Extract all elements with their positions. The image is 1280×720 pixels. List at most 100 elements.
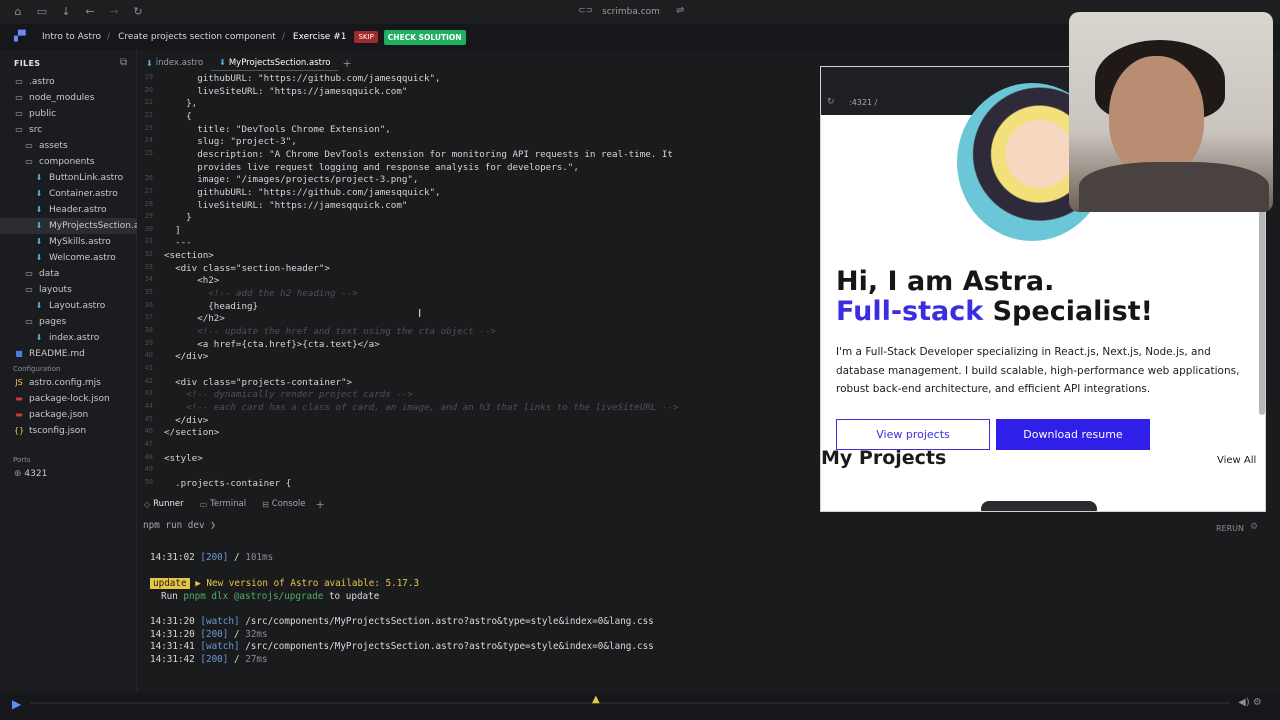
tab-my-projects-section[interactable]: ⬇ MyProjectsSection.astro [211, 55, 339, 71]
code-text: description: "A Chrome DevTools extensio… [164, 148, 673, 160]
check-solution-button[interactable]: CHECK SOLUTION [383, 29, 466, 45]
sidebar-item[interactable]: ▭ layouts [0, 282, 137, 298]
config-file-item[interactable]: JS astro.config.mjs [0, 375, 137, 391]
port-item[interactable]: ⊕ 4321 [14, 469, 47, 479]
code-line[interactable]: 36 {heading} [138, 301, 820, 314]
scrimba-logo-icon[interactable]: ▞▘ [14, 31, 34, 43]
new-file-icon[interactable]: ⧉ [120, 57, 127, 68]
code-text: ] [164, 224, 181, 236]
log-path: /src/components/MyProjectsSection.astro?… [245, 616, 654, 627]
file-explorer: FILES ⧉ ▭ .astro ▭ node_modules ▭ public ▭ src ▭… [0, 50, 137, 692]
sidebar-item[interactable]: ▭ node_modules [0, 90, 137, 106]
code-line[interactable]: 49 [138, 465, 820, 478]
code-line[interactable]: 44 <!-- each card has a class of card, a… [138, 402, 820, 415]
code-line[interactable]: 39 <a href={cta.href}>{cta.text}</a> [138, 339, 820, 352]
view-all-link[interactable]: View All [1217, 455, 1256, 466]
sidebar-item[interactable]: ⬇ Header.astro [0, 202, 137, 218]
add-panel-icon[interactable]: + [316, 498, 325, 511]
code-line[interactable]: 40 </div> [138, 351, 820, 364]
sidebar-item-label: MyProjectsSection.as [49, 221, 137, 231]
sidebar-item[interactable]: ▭ components [0, 154, 137, 170]
code-line[interactable]: 38 <!-- update the href and text using t… [138, 326, 820, 339]
code-line[interactable]: 28 liveSiteURL: "https://jamesqquick.com… [138, 200, 820, 213]
astro-file-icon: ⬇ [35, 189, 43, 198]
code-line[interactable]: 48 <style> [138, 453, 820, 466]
player-bar [0, 692, 1280, 720]
code-line[interactable]: 46 </section> [138, 427, 820, 440]
sidebar-item[interactable]: ▭ .astro [0, 74, 137, 90]
code-line[interactable]: provides live request logging and respon… [138, 162, 820, 175]
config-file-item[interactable]: {} tsconfig.json [0, 423, 137, 439]
code-line[interactable]: 24 slug: "project-3", [138, 136, 820, 149]
sidebar-item[interactable]: ⬇ MyProjectsSection.as [0, 218, 137, 234]
code-line[interactable]: 19 githubURL: "https://github.com/jamesq… [138, 73, 820, 86]
code-line[interactable]: 25 description: "A Chrome DevTools exten… [138, 149, 820, 162]
code-line[interactable]: 29 } [138, 212, 820, 225]
code-line[interactable]: 21 }, [138, 98, 820, 111]
code-line[interactable]: 22 { [138, 111, 820, 124]
sidebar-item[interactable]: ⬇ ButtonLink.astro [0, 170, 137, 186]
code-line[interactable]: 23 title: "DevTools Chrome Extension", [138, 124, 820, 137]
sidebar-item[interactable]: ▭ pages [0, 314, 137, 330]
code-line[interactable]: 26 image: "/images/projects/project-3.pn… [138, 174, 820, 187]
preview-floating-toolbar[interactable] [981, 501, 1097, 511]
js-icon: JS [15, 378, 23, 387]
view-projects-button[interactable]: View projects [836, 419, 990, 450]
sidebar-item[interactable]: ⬇ index.astro [0, 330, 137, 346]
play-icon[interactable]: ▶ [12, 697, 21, 711]
add-tab-icon[interactable]: + [342, 57, 351, 70]
code-line[interactable]: 31 --- [138, 237, 820, 250]
sidebar-item[interactable]: ▭ data [0, 266, 137, 282]
playback-timeline[interactable] [30, 702, 1230, 704]
code-line[interactable]: 27 githubURL: "https://github.com/jamesq… [138, 187, 820, 200]
code-line[interactable]: 42 <div class="projects-container"> [138, 377, 820, 390]
code-line[interactable]: 35 <!-- add the h2 heading --> [138, 288, 820, 301]
line-number: 39 [144, 338, 153, 347]
record-marker-icon[interactable]: ▲ [592, 694, 600, 705]
code-line[interactable]: 37 </h2> [138, 313, 820, 326]
code-editor[interactable]: 19 githubURL: "https://github.com/jamesq… [138, 71, 820, 489]
line-number: 19 [144, 73, 153, 81]
code-line[interactable]: 30 ] [138, 225, 820, 238]
sidebar-item[interactable]: ⬇ MySkills.astro [0, 234, 137, 250]
sidebar-item[interactable]: ▭ assets [0, 138, 137, 154]
tab-console[interactable]: ⊟ Console [262, 499, 305, 509]
code-line[interactable]: 41 [138, 364, 820, 377]
preview-url[interactable]: :4321 / [849, 98, 877, 107]
site-settings-icon[interactable]: ⇌ [676, 5, 684, 16]
tab-terminal[interactable]: ▭ Terminal [200, 499, 246, 509]
code-line[interactable]: 20 liveSiteURL: "https://jamesqquick.com… [138, 86, 820, 99]
config-file-item[interactable]: ▬ package-lock.json [0, 391, 137, 407]
code-line[interactable]: 47 [138, 440, 820, 453]
code-text: } [164, 212, 192, 224]
log-status: [200] [200, 654, 229, 665]
sidebar-item[interactable]: ▭ src [0, 122, 137, 138]
code-line[interactable]: 45 </div> [138, 415, 820, 428]
sidebar-item-label: components [39, 157, 95, 167]
config-file-item[interactable]: ▬ package.json [0, 407, 137, 423]
astro-file-icon: ⬇ [146, 58, 153, 68]
breadcrumb-course[interactable]: Intro to Astro [42, 32, 101, 42]
command-text: npm run dev [143, 520, 205, 531]
sidebar-item[interactable]: ⬇ Container.astro [0, 186, 137, 202]
refresh-icon[interactable]: ↻ [827, 97, 835, 107]
code-line[interactable]: 32 <section> [138, 250, 820, 263]
line-number: 48 [144, 452, 153, 461]
code-line[interactable]: 43 <!-- dynamically render project cards… [138, 389, 820, 402]
sidebar-item[interactable]: ⬇ Welcome.astro [0, 250, 137, 266]
code-line[interactable]: 50 .projects-container { [138, 478, 820, 489]
sidebar-item[interactable]: ▭ public [0, 106, 137, 122]
skip-button[interactable]: SKIP [354, 31, 378, 43]
download-resume-button[interactable]: Download resume [996, 419, 1150, 450]
tab-index-astro[interactable]: ⬇ index.astro [138, 55, 211, 71]
code-line[interactable]: 34 <h2> [138, 275, 820, 288]
sidebar-item[interactable]: ⬇ Layout.astro [0, 298, 137, 314]
code-line[interactable]: 33 <div class="section-header"> [138, 263, 820, 276]
log-duration: 27ms [245, 654, 268, 665]
npm-icon: ▬ [15, 410, 23, 419]
volume-settings-icon[interactable]: ◀) ⚙ [1238, 697, 1262, 708]
tab-runner[interactable]: ◇ Runner [144, 499, 184, 509]
sidebar-item[interactable]: ■ README.md [0, 346, 137, 362]
breadcrumb-lesson[interactable]: Create projects section component [118, 32, 276, 42]
tab-label: Terminal [210, 499, 247, 509]
